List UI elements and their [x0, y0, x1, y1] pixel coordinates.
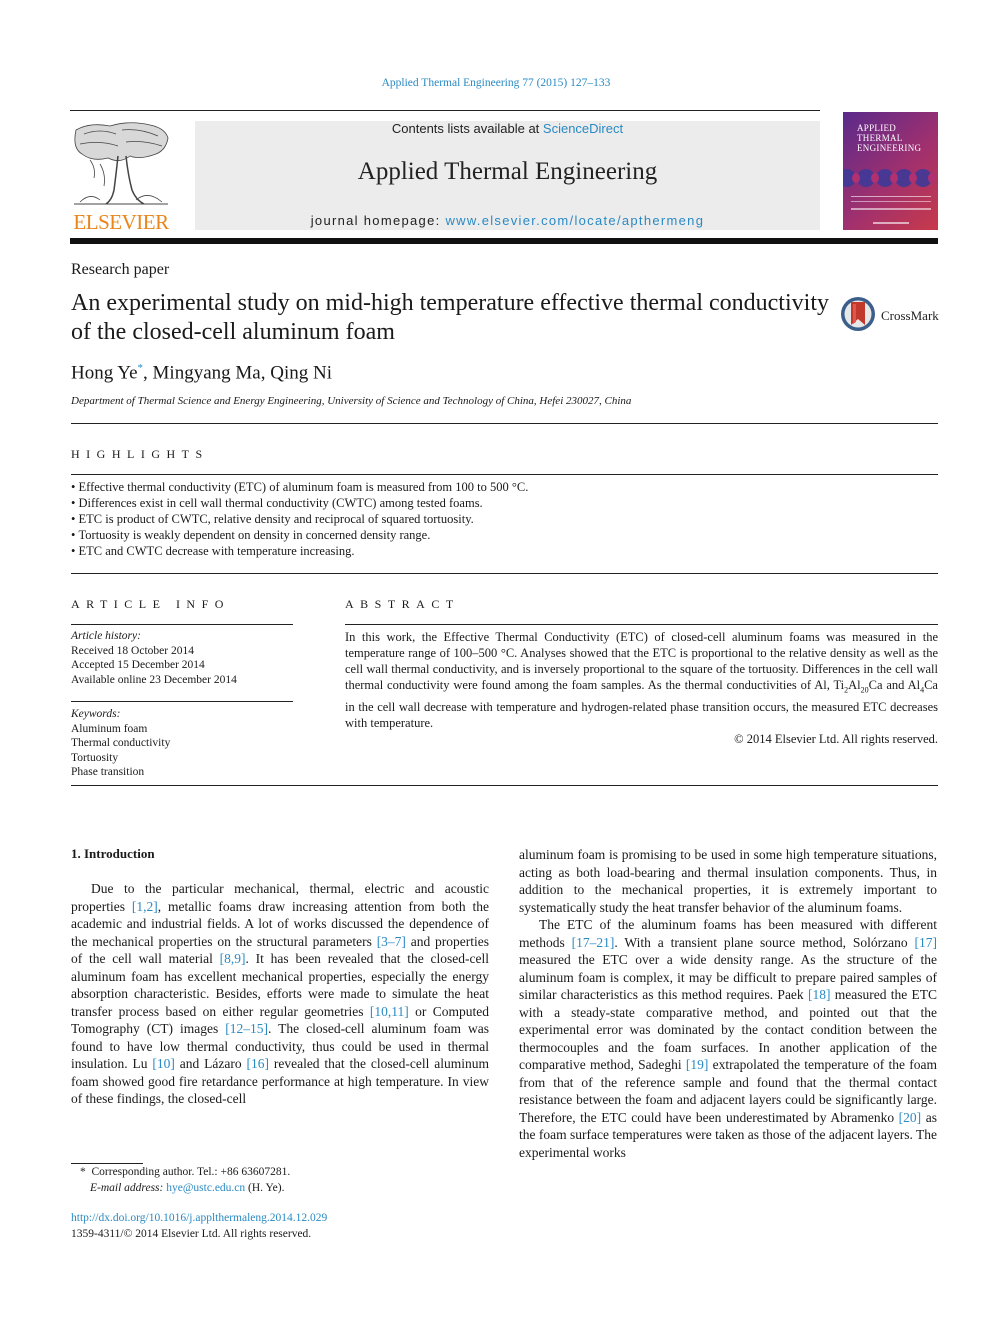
cover-text-line — [851, 201, 931, 202]
divider — [71, 785, 938, 786]
author-name: Qing Ni — [270, 362, 332, 384]
author-name: Mingyang Ma — [152, 362, 261, 384]
article-info-heading: ARTICLE INFO — [71, 597, 230, 611]
divider — [71, 423, 938, 424]
cover-title-line: Engineering — [857, 143, 922, 153]
running-head[interactable]: Applied Thermal Engineering 77 (2015) 12… — [0, 77, 992, 89]
homepage-prefix: journal homepage: — [310, 213, 446, 228]
crossmark-label: CrossMark — [881, 308, 939, 323]
email-link[interactable]: hye@ustc.edu.cn — [166, 1182, 245, 1194]
history-label: Article history: — [71, 630, 141, 642]
citation-link[interactable]: [8,9] — [220, 951, 246, 966]
body-column-left: Due to the particular mechanical, therma… — [71, 880, 489, 1108]
crossmark-button[interactable]: CrossMark — [840, 296, 940, 336]
homepage-line: journal homepage: www.elsevier.com/locat… — [195, 213, 820, 228]
crossmark-icon — [841, 297, 875, 331]
email-label: E-mail address: — [90, 1181, 167, 1194]
history-online: Available online 23 December 2014 — [71, 673, 237, 686]
footnote-mark: * — [80, 1166, 86, 1178]
text-run: . With a transient plane source method, … — [614, 934, 915, 950]
cover-title: Applied Thermal Engineering — [857, 123, 921, 153]
affiliation: Department of Thermal Science and Energy… — [71, 395, 632, 407]
elsevier-logo[interactable]: ELSEVIER — [70, 120, 172, 235]
citation-link[interactable]: [1,2] — [132, 899, 158, 914]
abstract-heading: ABSTRACT — [345, 597, 460, 611]
citation-link[interactable]: [19] — [686, 1057, 709, 1072]
divider — [71, 573, 938, 574]
divider — [71, 687, 293, 702]
divider — [71, 474, 938, 475]
cover-band-graphic — [843, 169, 936, 187]
journal-name: Applied Thermal Engineering — [357, 158, 658, 185]
article-title: An experimental study on mid-high temper… — [71, 290, 829, 345]
keyword: Tortuosity — [71, 751, 119, 764]
journal-citation-link[interactable]: Applied Thermal Engineering 77 (2015) 12… — [382, 77, 611, 89]
doi-block: http://dx.doi.org/10.1016/j.applthermale… — [71, 1211, 327, 1242]
contents-line: Contents lists available at ScienceDirec… — [195, 121, 820, 136]
doi-link[interactable]: http://dx.doi.org/10.1016/j.applthermale… — [71, 1212, 327, 1224]
citation-link[interactable]: [17–21] — [572, 935, 615, 950]
citation-link[interactable]: [17] — [915, 935, 938, 950]
body-column-right: aluminum foam is promising to be used in… — [519, 846, 937, 1161]
abstract-copyright: © 2014 Elsevier Ltd. All rights reserved… — [734, 731, 938, 746]
cover-publisher-mark — [873, 222, 909, 224]
paragraph: Due to the particular mechanical, therma… — [71, 880, 489, 1108]
elsevier-tree-icon — [74, 122, 169, 205]
contents-prefix: Contents lists available at — [391, 121, 543, 136]
author-list: Hong Ye*, Mingyang Ma, Qing Ni — [71, 362, 332, 384]
abstract-text: In this work, the Effective Thermal Cond… — [345, 629, 938, 747]
history-accepted: Accepted 15 December 2014 — [71, 659, 205, 671]
citation-link[interactable]: [18] — [808, 987, 831, 1002]
citation-link[interactable]: [20] — [899, 1110, 922, 1125]
header-thick-rule — [70, 238, 938, 244]
highlights-heading: HIGHLIGHTS — [71, 447, 209, 461]
journal-homepage-link[interactable]: www.elsevier.com/locate/apthermeng — [445, 213, 704, 228]
citation-link[interactable]: [12–15] — [225, 1021, 268, 1036]
corresponding-author-note: Corresponding author. Tel.: +86 63607281… — [91, 1166, 291, 1178]
text-run: and Lázaro — [174, 1056, 247, 1071]
issn-line: 1359-4311/© 2014 Elsevier Ltd. All right… — [71, 1227, 312, 1240]
paragraph: aluminum foam is promising to be used in… — [519, 846, 937, 916]
cover-text-line — [851, 208, 931, 210]
elsevier-wordmark: ELSEVIER — [73, 210, 169, 234]
highlight-item: Effective thermal conductivity (ETC) of … — [71, 479, 529, 495]
highlight-item: Tortuosity is weakly dependent on densit… — [71, 527, 528, 543]
author-separator: , — [260, 362, 271, 384]
footnote-rule — [71, 1163, 143, 1164]
keyword: Phase transition — [71, 766, 145, 778]
citation-link[interactable]: [10] — [152, 1056, 175, 1071]
citation-link[interactable]: [10,11] — [370, 1004, 409, 1019]
divider — [71, 624, 293, 625]
footnote: * Corresponding author. Tel.: +86 636072… — [80, 1165, 290, 1196]
highlight-item: ETC and CWTC decrease with temperature i… — [71, 543, 528, 559]
paragraph: The ETC of the aluminum foams has been m… — [519, 916, 937, 1161]
top-rule — [70, 110, 820, 111]
abstract-subscript: 20 — [860, 685, 869, 695]
article-type: Research paper — [71, 261, 170, 278]
journal-cover-image[interactable]: Applied Thermal Engineering — [843, 112, 938, 230]
highlights-list: Effective thermal conductivity (ETC) of … — [71, 479, 529, 559]
cover-title-line: Thermal — [857, 133, 903, 143]
abstract-segment: Al — [848, 678, 861, 692]
author-separator: , — [143, 362, 153, 384]
history-received: Received 18 October 2014 — [71, 644, 194, 657]
keywords-label: Keywords: — [71, 708, 121, 720]
citation-link[interactable]: [3–7] — [377, 934, 406, 949]
sciencedirect-link[interactable]: ScienceDirect — [543, 121, 623, 136]
cover-title-line: Applied — [857, 123, 897, 133]
email-suffix: (H. Ye). — [245, 1181, 285, 1194]
keyword: Thermal conductivity — [71, 737, 171, 749]
abstract-segment: Ca and Al — [868, 678, 921, 692]
section-heading-introduction: 1. Introduction — [71, 846, 155, 861]
text-run: aluminum foam is promising to be used in… — [519, 847, 937, 915]
highlight-item: Differences exist in cell wall thermal c… — [71, 495, 528, 511]
author-name: Hong Ye — [71, 362, 138, 384]
journal-header-box: Contents lists available at ScienceDirec… — [195, 121, 820, 230]
article-info: Article history: Received 18 October 201… — [71, 629, 293, 780]
citation-link[interactable]: [16] — [246, 1056, 269, 1071]
divider — [345, 624, 938, 625]
cover-text-line — [851, 196, 931, 197]
highlight-item: ETC is product of CWTC, relative density… — [71, 511, 528, 527]
keyword: Aluminum foam — [71, 722, 148, 735]
